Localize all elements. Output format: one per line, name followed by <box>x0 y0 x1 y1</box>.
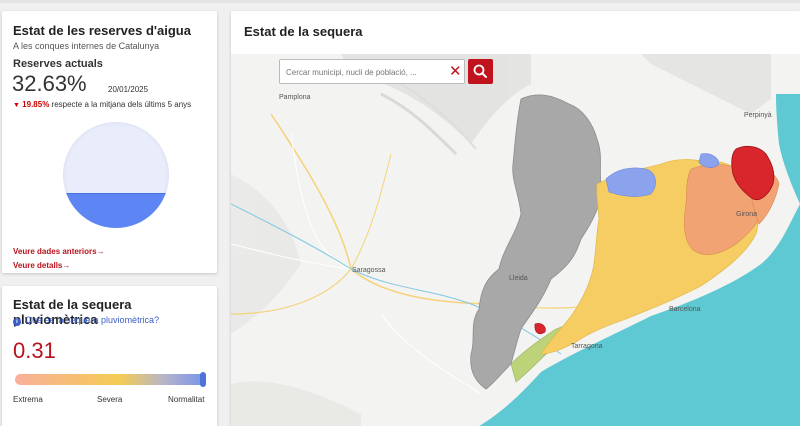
region-normal <box>605 167 656 197</box>
map-label-lleida: Lleida <box>509 275 528 282</box>
reserves-fill <box>63 193 169 228</box>
search-button[interactable] <box>468 59 493 84</box>
reserves-value: 32.63% <box>12 71 87 96</box>
reserves-title: Estat de les reserves d'aigua <box>13 23 191 38</box>
reserves-card: Estat de les reserves d'aigua A les conq… <box>2 11 217 273</box>
drought-info-link-label: Què és la sequera pluviomètrica? <box>25 315 160 325</box>
reserves-delta-text: respecte a la mitjana dels últims 5 anys <box>51 100 192 109</box>
map-title: Estat de la sequera <box>244 24 363 39</box>
search-input[interactable] <box>286 65 436 79</box>
previous-data-link[interactable]: Veure dades anteriors→ <box>13 247 105 256</box>
drought-card: Estat de la sequera pluviomètrica i Què é… <box>2 286 217 426</box>
details-link[interactable]: Veure detalls→ <box>13 261 70 270</box>
drought-info-link[interactable]: i Què és la sequera pluviomètrica? <box>13 315 159 326</box>
map-label-girona: Girona <box>736 211 758 218</box>
drought-scale-bar <box>15 374 205 385</box>
drought-map[interactable]: ✕ Pamplona Perpinyà Girona Saragossa Lle… <box>231 54 800 426</box>
search-icon <box>473 64 487 78</box>
reserves-delta-value: 19.85% <box>22 100 50 109</box>
map-label-pamplona: Pamplona <box>279 94 311 101</box>
municipality-search: ✕ <box>279 59 465 84</box>
map-label-perpinya: Perpinyà <box>744 112 772 119</box>
scale-label-severa: Severa <box>97 395 123 404</box>
clear-icon[interactable]: ✕ <box>449 62 462 80</box>
reserves-delta: ▼ 19.85% respecte a la mitjana dels últi… <box>13 100 191 109</box>
sea-north <box>776 94 800 204</box>
arrow-right-icon: → <box>62 261 71 270</box>
top-divider <box>0 0 800 3</box>
reserves-label: Reserves actuals <box>13 58 103 70</box>
reserves-subtitle: A les conques internes de Catalunya <box>13 41 160 51</box>
map-label-tarragona: Tarragona <box>571 343 603 350</box>
scale-label-extrema: Extrema <box>13 395 43 404</box>
arrow-right-icon: → <box>96 247 105 256</box>
map-label-barcelona: Barcelona <box>669 306 701 313</box>
region-emergency-south <box>534 323 546 335</box>
map-canvas <box>231 54 800 426</box>
details-link-label: Veure detalls <box>13 261 63 270</box>
down-arrow-icon: ▼ <box>13 102 20 109</box>
previous-data-link-label: Veure dades anteriors <box>13 247 97 256</box>
map-card: Estat de la sequera Cercar municipi, nuc… <box>231 11 800 426</box>
map-label-saragossa: Saragossa <box>352 267 386 274</box>
reserves-date: 20/01/2025 <box>108 85 149 94</box>
drought-scale-handle <box>200 372 206 387</box>
reserves-sphere-gauge <box>63 122 169 228</box>
info-icon: i <box>13 318 21 326</box>
drought-index-value: 0.31 <box>13 338 56 363</box>
scale-label-normalitat: Normalitat <box>168 395 205 404</box>
